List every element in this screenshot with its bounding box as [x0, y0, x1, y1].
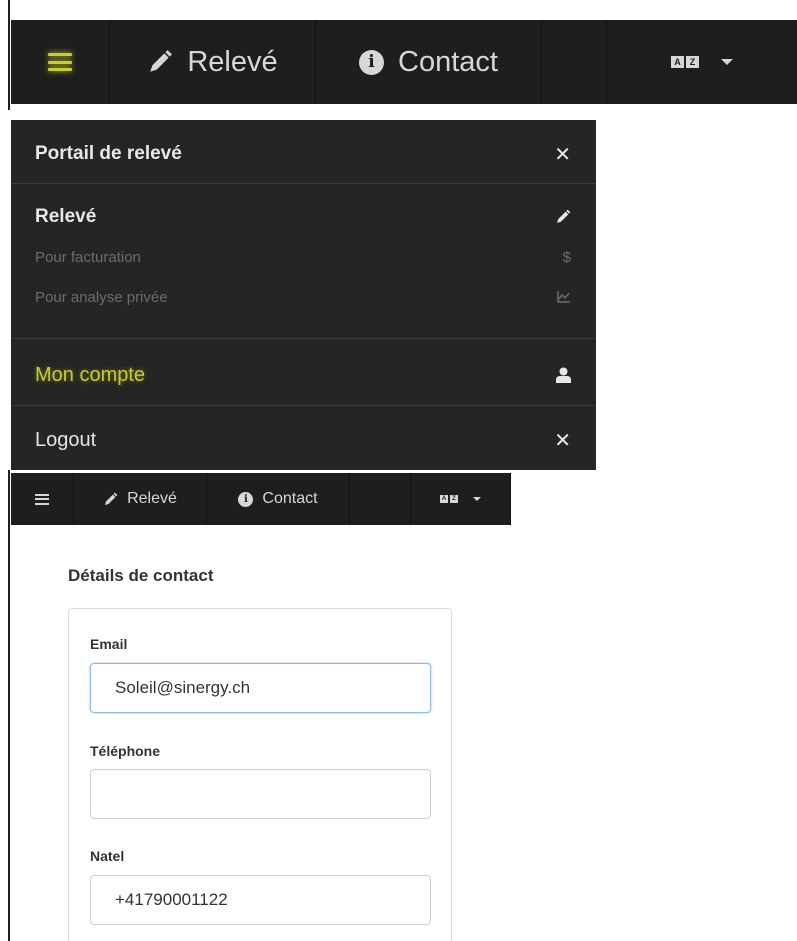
menu-item-logout[interactable]: Logout ✕ — [11, 420, 596, 460]
divider — [11, 405, 596, 406]
email-field[interactable] — [90, 663, 431, 713]
top-navbar-small: Relevé i Contact AZ — [11, 473, 511, 525]
menu-item-facturation[interactable]: Pour facturation $ — [11, 246, 596, 268]
telephone-field[interactable] — [90, 769, 431, 819]
pencil-icon — [557, 209, 571, 223]
natel-field[interactable] — [90, 875, 431, 925]
nav-contact-link[interactable]: i Contact — [316, 20, 542, 104]
dollar-icon: $ — [562, 248, 571, 266]
left-edge-line — [8, 0, 10, 110]
nav-spacer — [542, 20, 607, 104]
language-icon: AZ — [440, 495, 458, 503]
pencil-icon — [150, 50, 173, 72]
menu-item-analyse-label: Pour analyse privée — [35, 288, 168, 306]
close-icon: ✕ — [554, 429, 571, 452]
nav-contact-label: Contact — [398, 45, 498, 78]
pencil-icon — [104, 492, 118, 505]
nav-releve-label: Relevé — [127, 490, 177, 507]
hamburger-icon — [35, 493, 49, 505]
menu-item-logout-label: Logout — [35, 428, 97, 451]
telephone-label: Téléphone — [90, 743, 161, 759]
user-icon — [556, 367, 571, 383]
menu-title: Portail de relevé — [35, 143, 182, 164]
menu-item-facturation-label: Pour facturation — [35, 248, 141, 266]
hamburger-icon — [48, 53, 72, 71]
divider — [11, 338, 596, 339]
menu-item-releve-label: Relevé — [35, 206, 97, 227]
email-label: Email — [90, 636, 128, 652]
info-icon: i — [238, 491, 254, 507]
left-edge-line — [8, 470, 10, 941]
menu-toggle-button[interactable] — [11, 20, 110, 104]
close-icon[interactable]: ✕ — [554, 142, 571, 167]
menu-header: Portail de relevé ✕ — [11, 134, 596, 174]
nav-contact-link[interactable]: i Contact — [207, 473, 350, 525]
menu-item-analyse[interactable]: Pour analyse privée — [11, 286, 596, 308]
divider — [11, 183, 596, 184]
nav-releve-link[interactable]: Relevé — [74, 473, 207, 525]
chart-icon — [557, 291, 570, 303]
nav-releve-link[interactable]: Relevé — [110, 20, 316, 104]
nav-spacer — [350, 473, 411, 525]
nav-releve-label: Relevé — [187, 45, 278, 78]
menu-item-mon-compte[interactable]: Mon compte — [11, 355, 596, 395]
side-menu: Portail de relevé ✕ Relevé Pour facturat… — [11, 120, 596, 470]
menu-toggle-button[interactable] — [11, 473, 74, 525]
language-icon: AZ — [671, 56, 699, 68]
section-title: Détails de contact — [68, 566, 214, 585]
menu-item-mon-compte-label: Mon compte — [35, 363, 146, 386]
natel-label: Natel — [90, 848, 125, 864]
info-icon: i — [359, 49, 385, 75]
caret-down-icon — [473, 497, 481, 501]
language-dropdown[interactable]: AZ — [607, 20, 797, 104]
caret-down-icon — [721, 59, 733, 65]
nav-contact-label: Contact — [262, 490, 318, 507]
language-dropdown[interactable]: AZ — [411, 473, 511, 525]
top-navbar: Relevé i Contact AZ — [11, 20, 797, 104]
menu-item-releve[interactable]: Relevé — [11, 200, 596, 234]
